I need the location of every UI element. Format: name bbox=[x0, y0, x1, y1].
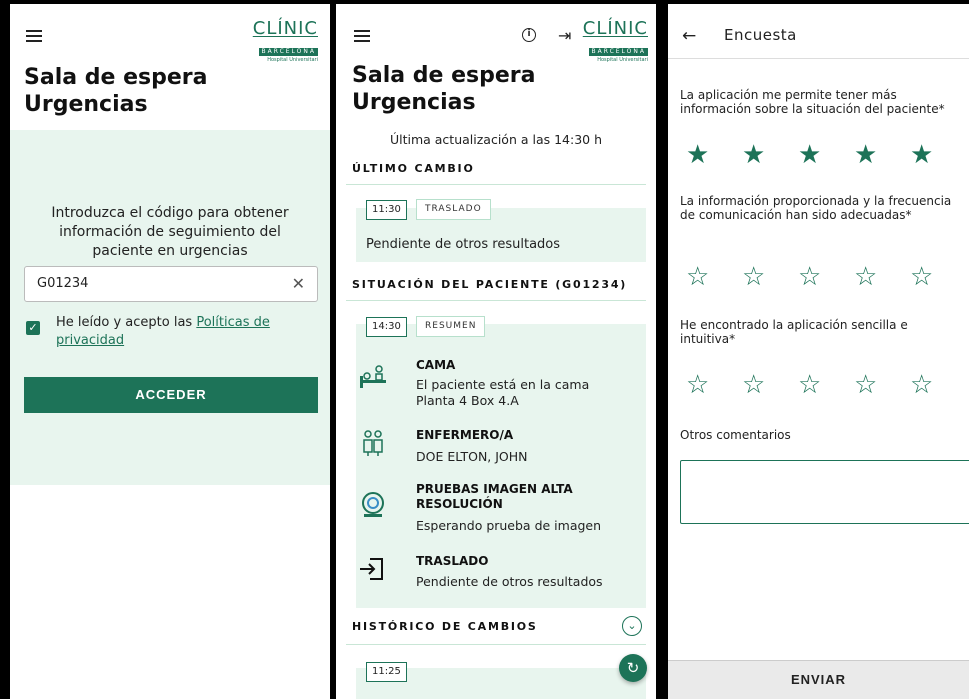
star-filled-icon[interactable]: ★ bbox=[910, 140, 966, 170]
type-badge: TRASLADO bbox=[416, 199, 491, 220]
star-outline-icon[interactable]: ☆ bbox=[742, 370, 798, 400]
history-heading: HISTÓRICO DE CAMBIOS bbox=[352, 620, 538, 633]
code-input[interactable]: G01234 ✕ bbox=[24, 266, 318, 302]
item-text: Pendiente de otros resultados bbox=[416, 574, 603, 589]
patient-heading: SITUACIÓN DEL PACIENTE (G01234) bbox=[352, 278, 628, 291]
patient-summary-card bbox=[356, 324, 646, 608]
item-text: DOE ELTON, JOHN bbox=[416, 449, 528, 464]
item-text: El paciente está en la cama Planta 4 Box… bbox=[416, 377, 590, 408]
rating-1[interactable]: ★ ★ ★ ★ ★ bbox=[686, 140, 969, 170]
survey-screen: ← Encuesta La aplicación me permite tene… bbox=[668, 4, 969, 699]
scanner-icon bbox=[362, 492, 384, 517]
code-input-value: G01234 bbox=[37, 276, 89, 291]
login-screen: CLÍNIC BARCELONA Hospital Universitari S… bbox=[10, 4, 330, 699]
status-screen: i ⇥ CLÍNIC BARCELONA Hospital Universita… bbox=[336, 4, 656, 699]
divider bbox=[346, 184, 646, 185]
login-prompt: Introduzca el código para obtener inform… bbox=[51, 205, 289, 259]
transfer-icon bbox=[360, 558, 383, 580]
star-outline-icon[interactable]: ☆ bbox=[798, 262, 854, 292]
star-filled-icon[interactable]: ★ bbox=[854, 140, 910, 170]
rating-2[interactable]: ☆ ☆ ☆ ☆ ☆ bbox=[686, 262, 969, 292]
comments-field[interactable] bbox=[680, 460, 969, 524]
menu-icon[interactable] bbox=[26, 30, 42, 42]
close-icon[interactable]: ✕ bbox=[292, 267, 305, 301]
item-title: CAMA bbox=[416, 358, 456, 372]
time-badge: 14:30 bbox=[366, 317, 407, 337]
survey-title: Encuesta bbox=[724, 26, 797, 44]
item-title: TRASLADO bbox=[416, 554, 489, 568]
last-updated: Última actualización a las 14:30 h bbox=[389, 132, 603, 147]
nurse-icon bbox=[363, 430, 383, 456]
star-outline-icon[interactable]: ☆ bbox=[854, 370, 910, 400]
menu-icon[interactable] bbox=[354, 30, 370, 42]
logout-icon[interactable]: ⇥ bbox=[558, 26, 571, 45]
item-title: PRUEBAS IMAGEN ALTA RESOLUCIÓN bbox=[416, 482, 573, 511]
star-outline-icon[interactable]: ☆ bbox=[686, 370, 742, 400]
divider bbox=[346, 644, 646, 645]
chevron-down-icon[interactable]: ⌄ bbox=[622, 616, 642, 636]
time-badge: 11:25 bbox=[366, 662, 407, 682]
question-1: La aplicación me permite tener más infor… bbox=[680, 88, 945, 116]
consent-checkbox[interactable]: ✓ bbox=[26, 321, 40, 335]
consent-label: He leído y acepto las Políticas de priva… bbox=[56, 315, 270, 348]
star-outline-icon[interactable]: ☆ bbox=[686, 262, 742, 292]
item-text: Esperando prueba de imagen bbox=[416, 518, 602, 533]
star-filled-icon[interactable]: ★ bbox=[798, 140, 854, 170]
star-outline-icon[interactable]: ☆ bbox=[742, 262, 798, 292]
refresh-button[interactable]: ↻ bbox=[619, 654, 647, 682]
time-badge: 11:30 bbox=[366, 200, 407, 220]
page-title: Sala de espera Urgencias bbox=[24, 65, 208, 117]
divider bbox=[346, 300, 646, 301]
last-change-heading: ÚLTIMO CAMBIO bbox=[352, 162, 475, 175]
item-title: ENFERMERO/A bbox=[416, 428, 514, 442]
question-2: La información proporcionada y la frecue… bbox=[680, 194, 952, 222]
star-outline-icon[interactable]: ☆ bbox=[910, 262, 966, 292]
comments-label: Otros comentarios bbox=[680, 428, 791, 442]
star-outline-icon[interactable]: ☆ bbox=[910, 370, 966, 400]
enviar-button[interactable]: ENVIAR bbox=[668, 661, 969, 699]
star-outline-icon[interactable]: ☆ bbox=[854, 262, 910, 292]
star-outline-icon[interactable]: ☆ bbox=[798, 370, 854, 400]
back-arrow-icon[interactable]: ← bbox=[682, 26, 696, 46]
star-filled-icon[interactable]: ★ bbox=[742, 140, 798, 170]
info-icon[interactable]: i bbox=[522, 28, 536, 42]
star-filled-icon[interactable]: ★ bbox=[686, 140, 742, 170]
acceder-button[interactable]: ACCEDER bbox=[24, 377, 318, 413]
question-3: He encontrado la aplicación sencilla e i… bbox=[680, 318, 908, 346]
divider bbox=[668, 58, 969, 59]
clinic-logo: CLÍNIC BARCELONA Hospital Universitari bbox=[252, 18, 318, 63]
bed-icon bbox=[360, 365, 386, 388]
login-form-area bbox=[10, 130, 330, 485]
rating-3[interactable]: ☆ ☆ ☆ ☆ ☆ bbox=[686, 370, 969, 400]
clinic-logo: CLÍNIC BARCELONA Hospital Universitari bbox=[582, 18, 648, 63]
page-title: Sala de espera Urgencias bbox=[352, 63, 536, 115]
last-change-text: Pendiente de otros resultados bbox=[366, 237, 561, 252]
type-badge: RESUMEN bbox=[416, 316, 486, 337]
